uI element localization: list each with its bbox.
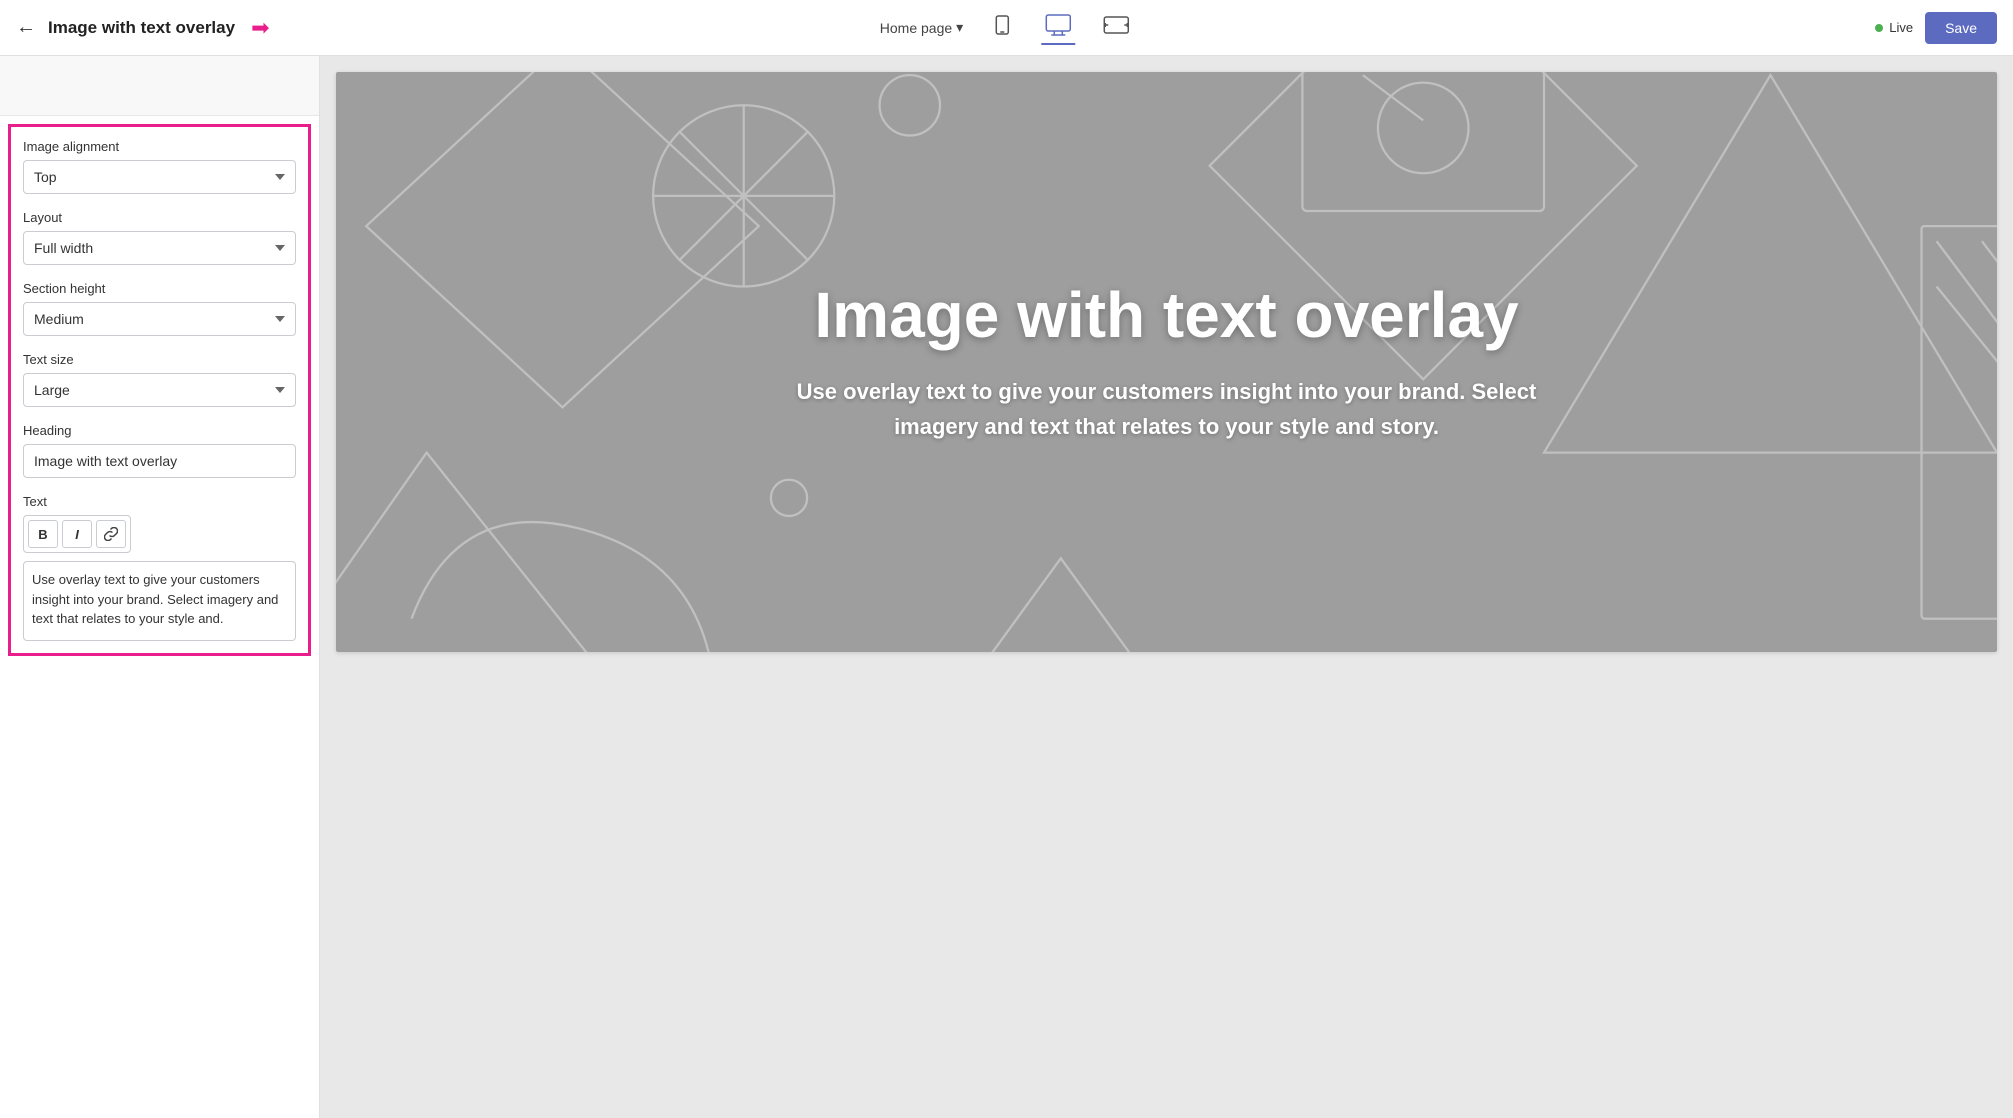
heading-group: Heading: [23, 423, 296, 478]
link-button[interactable]: [96, 520, 126, 548]
page-label: Home page: [880, 20, 952, 36]
section-height-select[interactable]: Small Medium Large: [23, 302, 296, 336]
text-size-select[interactable]: Small Medium Large: [23, 373, 296, 407]
text-size-group: Text size Small Medium Large: [23, 352, 296, 407]
page-title: Image with text overlay: [48, 18, 235, 38]
italic-button[interactable]: I: [62, 520, 92, 548]
settings-panel: Image alignment Top Center Bottom Layout…: [8, 124, 311, 656]
hero-section: Image with text overlay Use overlay text…: [336, 72, 1997, 652]
desktop-view-icon[interactable]: [1041, 10, 1075, 45]
text-label: Text: [23, 494, 296, 509]
text-group: Text B I Use overlay text to give your c…: [23, 494, 296, 641]
view-switcher: Home page ▾: [880, 10, 1133, 45]
image-alignment-label: Image alignment: [23, 139, 296, 154]
sidebar: Image alignment Top Center Bottom Layout…: [0, 56, 320, 1118]
page-selector[interactable]: Home page ▾: [880, 19, 963, 36]
section-height-label: Section height: [23, 281, 296, 296]
live-dot: [1875, 24, 1883, 32]
hero-subtext: Use overlay text to give your customers …: [777, 374, 1557, 444]
hero-text-overlay: Image with text overlay Use overlay text…: [717, 280, 1617, 445]
text-size-label: Text size: [23, 352, 296, 367]
app-header: ← Image with text overlay ➡ Home page ▾: [0, 0, 2013, 56]
image-alignment-select[interactable]: Top Center Bottom: [23, 160, 296, 194]
wide-view-icon[interactable]: [1099, 10, 1133, 45]
pink-arrow-icon: ➡: [251, 15, 269, 41]
mobile-view-icon[interactable]: [987, 10, 1017, 45]
heading-input[interactable]: [23, 444, 296, 478]
live-label: Live: [1889, 20, 1913, 35]
preview-card: Image with text overlay Use overlay text…: [336, 72, 1997, 652]
heading-label: Heading: [23, 423, 296, 438]
hero-heading: Image with text overlay: [777, 280, 1557, 350]
image-alignment-group: Image alignment Top Center Bottom: [23, 139, 296, 194]
main-layout: Image alignment Top Center Bottom Layout…: [0, 56, 2013, 1118]
canvas-inner: Image with text overlay Use overlay text…: [320, 56, 2013, 1118]
page-chevron-icon: ▾: [956, 19, 963, 36]
layout-select[interactable]: Full width Contained: [23, 231, 296, 265]
layout-label: Layout: [23, 210, 296, 225]
live-indicator: Live: [1875, 20, 1913, 35]
back-button[interactable]: ←: [16, 16, 36, 39]
save-button[interactable]: Save: [1925, 12, 1997, 44]
layout-group: Layout Full width Contained: [23, 210, 296, 265]
header-right: Live Save: [1875, 12, 1997, 44]
bold-button[interactable]: B: [28, 520, 58, 548]
canvas-area: Image with text overlay Use overlay text…: [320, 56, 2013, 1118]
text-toolbar: B I: [23, 515, 131, 553]
section-height-group: Section height Small Medium Large: [23, 281, 296, 336]
sidebar-top-strip: [0, 56, 319, 116]
text-content[interactable]: Use overlay text to give your customers …: [23, 561, 296, 641]
